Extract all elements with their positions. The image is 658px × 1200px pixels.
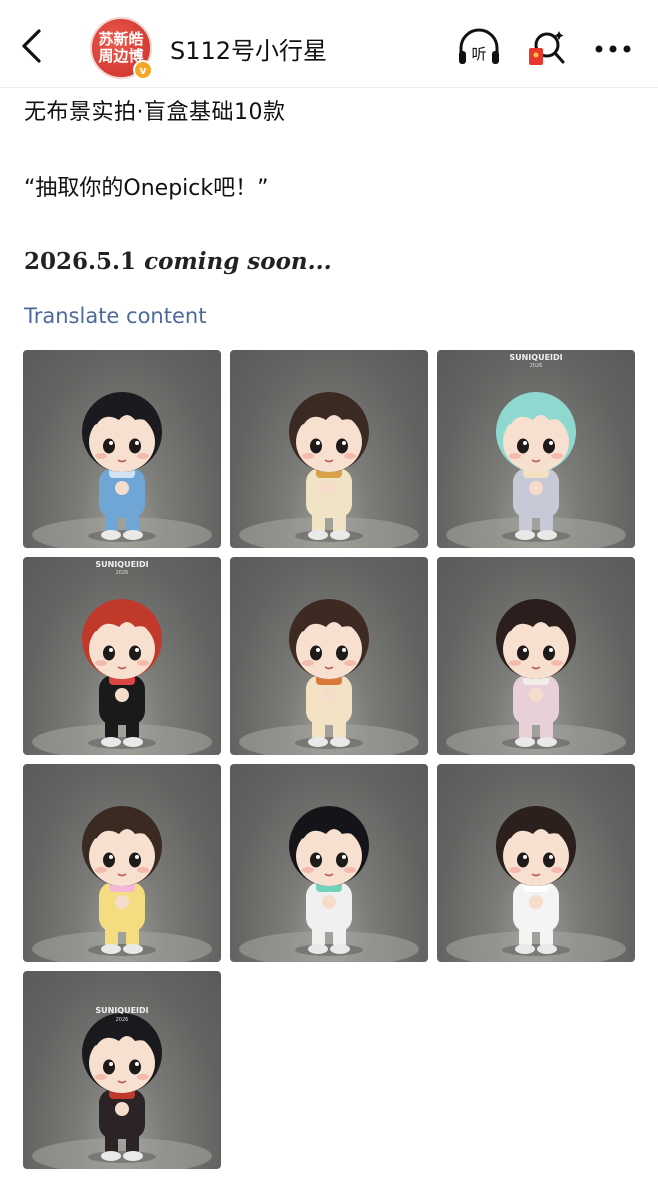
- red-packet-search-icon: [529, 31, 565, 65]
- figure-photo: [32, 806, 212, 962]
- logo-year: 2026: [530, 363, 543, 369]
- back-button[interactable]: [14, 26, 48, 66]
- figure-photo: [446, 806, 626, 962]
- photo-thumbnail[interactable]: [437, 764, 635, 962]
- post-text-line-1: 无布景实拍·盲盒基础10款: [24, 100, 286, 125]
- top-nav-bar: 苏新皓周边博 v S112号小行星 听: [0, 0, 658, 88]
- release-date: 2026.5.1: [24, 248, 137, 275]
- photo-thumbnail[interactable]: SUNIQUEIDI 2026: [437, 350, 635, 548]
- more-button[interactable]: [590, 26, 636, 72]
- photo-thumbnail[interactable]: [230, 557, 428, 755]
- logo-text: SUNIQUEIDI: [95, 560, 148, 569]
- headphones-listen-icon: 听: [459, 28, 499, 64]
- photo-thumbnail[interactable]: SUNIQUEIDI 2026: [23, 971, 221, 1169]
- figure-photo: [446, 599, 626, 755]
- image-grid: SUNIQUEIDI 2026 SUNIQUEIDI 2026 SUNIQUEIDI 20…: [23, 350, 636, 1170]
- photo-thumbnail[interactable]: [230, 350, 428, 548]
- post-text-line-2: “抽取你的Onepick吧！”: [24, 176, 269, 201]
- red-packet-button[interactable]: [525, 26, 571, 72]
- photo-thumbnail[interactable]: [23, 764, 221, 962]
- logo-text: SUNIQUEIDI: [509, 353, 562, 362]
- figure-photo: SUNIQUEIDI2026: [446, 353, 626, 548]
- photo-thumbnail[interactable]: [230, 764, 428, 962]
- post-text-line-3: 2026.5.1 coming soon...: [24, 248, 332, 275]
- photo-thumbnail[interactable]: [23, 350, 221, 548]
- figure-photo: SUNIQUEIDI 2026: [32, 1006, 212, 1169]
- figure-photo: [239, 806, 419, 962]
- listen-label: 听: [471, 45, 486, 63]
- figure-photo: [239, 392, 419, 548]
- verified-badge: v: [133, 60, 153, 80]
- photo-thumbnail[interactable]: SUNIQUEIDI 2026: [23, 557, 221, 755]
- figure-photo: SUNIQUEIDI2026: [32, 560, 212, 755]
- coming-soon-text: coming soon...: [144, 248, 332, 275]
- logo-year: 2026: [116, 1017, 129, 1023]
- account-name[interactable]: S112号小行星: [170, 31, 327, 66]
- more-icon: [595, 45, 631, 53]
- translate-link[interactable]: Translate content: [24, 304, 206, 328]
- logo-text: SUNIQUEIDI: [95, 1006, 148, 1015]
- figure-photo: [32, 392, 212, 548]
- back-arrow-icon: [22, 29, 41, 63]
- listen-button[interactable]: 听: [456, 26, 502, 72]
- figure-photo: [239, 599, 419, 755]
- logo-year: 2026: [116, 570, 129, 576]
- photo-thumbnail[interactable]: [437, 557, 635, 755]
